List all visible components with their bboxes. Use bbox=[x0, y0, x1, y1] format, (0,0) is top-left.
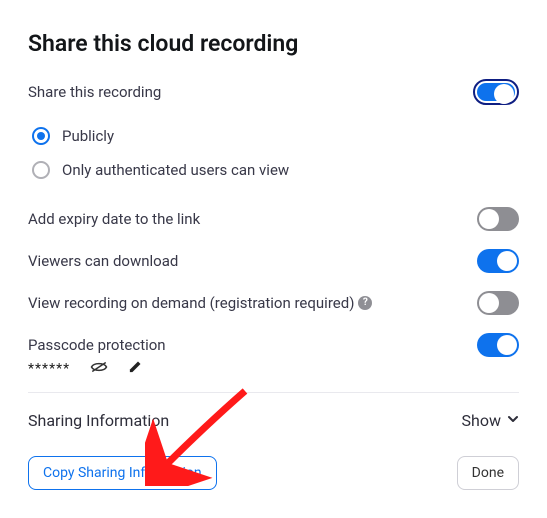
expiry-row: Add expiry date to the link bbox=[28, 207, 519, 231]
ondemand-row: View recording on demand (registration r… bbox=[28, 291, 519, 315]
radio-authenticated-indicator bbox=[32, 161, 50, 179]
edit-passcode-icon[interactable] bbox=[128, 359, 143, 378]
share-visibility-group: Publicly Only authenticated users can vi… bbox=[28, 121, 519, 189]
share-recording-row: Share this recording bbox=[28, 79, 519, 105]
copy-sharing-info-button[interactable]: Copy Sharing Information bbox=[28, 456, 217, 490]
download-toggle[interactable] bbox=[477, 249, 519, 273]
share-recording-panel: Share this cloud recording Share this re… bbox=[0, 0, 547, 518]
divider bbox=[28, 392, 519, 393]
page-title: Share this cloud recording bbox=[28, 30, 519, 57]
ondemand-label: View recording on demand (registration r… bbox=[28, 294, 354, 312]
passcode-toggle[interactable] bbox=[477, 333, 519, 357]
sharing-info-label: Sharing Information bbox=[28, 411, 169, 430]
sharing-info-row: Sharing Information Show bbox=[28, 411, 519, 430]
ondemand-toggle[interactable] bbox=[477, 291, 519, 315]
expiry-label: Add expiry date to the link bbox=[28, 210, 200, 228]
radio-authenticated-label: Only authenticated users can view bbox=[62, 161, 289, 179]
ondemand-label-wrap: View recording on demand (registration r… bbox=[28, 294, 372, 312]
share-recording-toggle[interactable] bbox=[473, 79, 519, 105]
expiry-toggle[interactable] bbox=[477, 207, 519, 231]
passcode-label: Passcode protection bbox=[28, 336, 166, 354]
show-passcode-icon[interactable] bbox=[90, 359, 108, 378]
radio-authenticated[interactable]: Only authenticated users can view bbox=[28, 155, 519, 189]
sharing-info-toggle[interactable]: Show bbox=[462, 411, 519, 430]
sharing-info-toggle-label: Show bbox=[462, 411, 501, 430]
download-label: Viewers can download bbox=[28, 252, 178, 270]
help-icon[interactable]: ? bbox=[358, 296, 372, 310]
radio-publicly-indicator bbox=[32, 127, 50, 145]
share-recording-label: Share this recording bbox=[28, 83, 161, 101]
chevron-down-icon bbox=[507, 413, 519, 429]
radio-publicly-label: Publicly bbox=[62, 127, 114, 145]
footer: Copy Sharing Information Done bbox=[28, 456, 519, 490]
radio-publicly[interactable]: Publicly bbox=[28, 121, 519, 155]
passcode-line: ****** bbox=[28, 359, 519, 378]
passcode-mask: ****** bbox=[28, 361, 70, 377]
done-button[interactable]: Done bbox=[457, 456, 519, 490]
download-row: Viewers can download bbox=[28, 249, 519, 273]
passcode-row: Passcode protection bbox=[28, 333, 519, 357]
